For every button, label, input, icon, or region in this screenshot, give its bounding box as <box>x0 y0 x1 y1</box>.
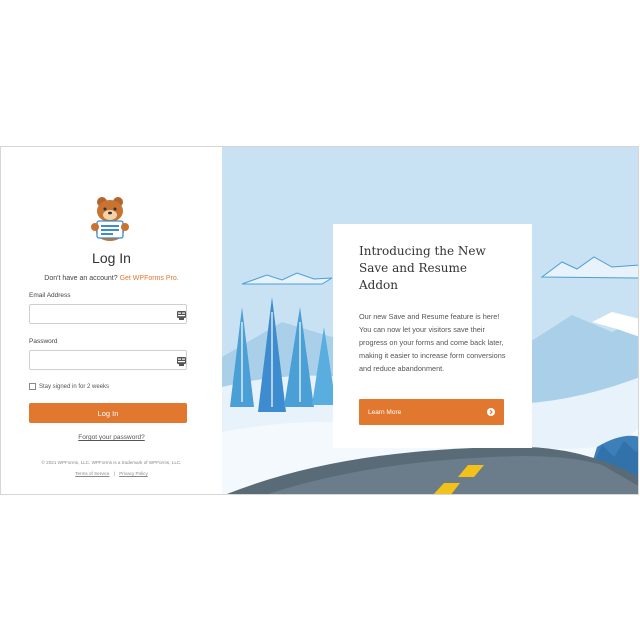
arrow-circle-right-icon <box>487 408 495 416</box>
email-field[interactable] <box>29 304 187 324</box>
password-manager-icon[interactable] <box>177 311 186 320</box>
promo-body: Our new Save and Resume feature is here!… <box>359 312 506 373</box>
password-manager-icon[interactable] <box>177 357 186 366</box>
password-field[interactable] <box>29 350 187 370</box>
email-label: Email Address <box>29 292 71 299</box>
login-title: Log In <box>92 250 131 266</box>
remember-label: Stay signed in for 2 weeks <box>39 383 110 390</box>
password-label: Password <box>29 338 58 345</box>
login-page-frame: Log In Don't have an account? Get WPForm… <box>0 146 639 495</box>
forgot-password-link[interactable]: Forgot your password? <box>1 434 222 441</box>
remember-me[interactable]: Stay signed in for 2 weeks <box>29 383 109 390</box>
promo-title: Introducing the New Save and Resume Addo… <box>359 244 486 292</box>
learn-more-label: Learn More <box>368 408 402 416</box>
terms-link[interactable]: Terms of Service <box>75 471 109 476</box>
footer-separator: | <box>113 471 115 476</box>
learn-more-button[interactable]: Learn More <box>359 399 504 425</box>
footer-links: Terms of Service | Privacy Policy <box>1 471 222 476</box>
signup-link[interactable]: Get WPForms Pro. <box>120 275 179 282</box>
promo-card: Introducing the New Save and Resume Addo… <box>333 224 532 448</box>
remember-checkbox[interactable] <box>29 383 36 390</box>
signup-prompt: Don't have an account? Get WPForms Pro. <box>1 275 222 282</box>
copyright-text: © 2021 WPForms, LLC. WPForms is a tradem… <box>41 460 182 465</box>
signup-text: Don't have an account? <box>44 275 118 282</box>
login-panel: Log In Don't have an account? Get WPForm… <box>1 147 222 494</box>
promo-panel: Introducing the New Save and Resume Addo… <box>222 147 638 494</box>
bear-mascot-icon <box>91 197 129 241</box>
login-button[interactable]: Log In <box>29 403 187 423</box>
privacy-link[interactable]: Privacy Policy <box>119 471 148 476</box>
